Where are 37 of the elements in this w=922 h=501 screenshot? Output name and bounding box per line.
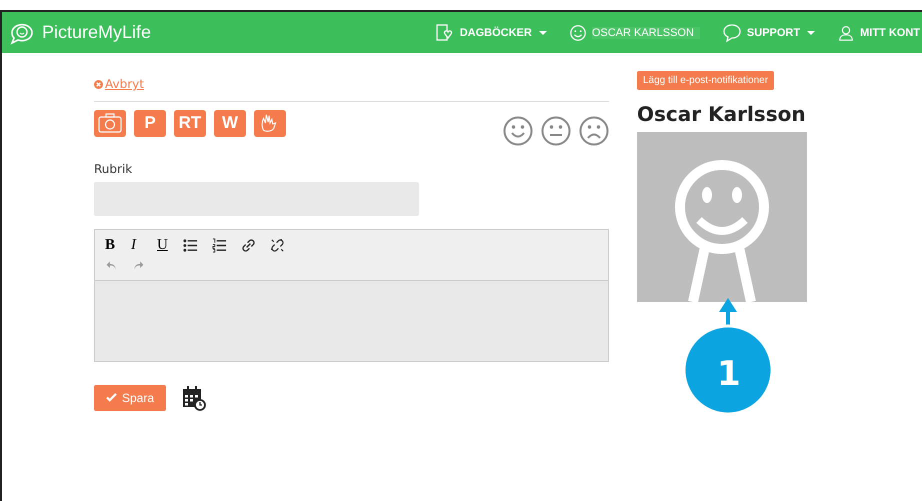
format-button[interactable]: B bbox=[105, 237, 117, 254]
camera-icon bbox=[98, 113, 122, 133]
user-icon bbox=[837, 24, 856, 42]
callout-number: 1 bbox=[717, 354, 739, 394]
nav-link[interactable]: SUPPORT bbox=[722, 22, 816, 42]
close-icon bbox=[94, 80, 103, 88]
tool-button[interactable]: RT bbox=[174, 110, 206, 136]
smiley-icon bbox=[568, 24, 587, 42]
link-icon[interactable] bbox=[241, 238, 256, 253]
bullet-list-icon[interactable] bbox=[183, 238, 198, 253]
tool-button[interactable]: W bbox=[214, 110, 246, 136]
avatar-placeholder-icon bbox=[637, 132, 807, 302]
calendar-clock-icon[interactable] bbox=[182, 384, 206, 410]
tool-button[interactable]: P bbox=[134, 110, 166, 136]
cancel-link[interactable]: Avbryt bbox=[94, 77, 144, 91]
speech-bubble-icon bbox=[722, 22, 742, 42]
nav-link[interactable]: MITT KONT bbox=[837, 24, 920, 42]
diary-icon bbox=[434, 22, 455, 42]
neutral-face-icon[interactable] bbox=[541, 116, 571, 146]
field-label: Rubrik bbox=[94, 162, 134, 176]
unlink-icon[interactable] bbox=[270, 238, 285, 253]
notification-button[interactable]: Lägg till e-post-notifikationer bbox=[637, 71, 774, 90]
happy-face-icon[interactable] bbox=[503, 116, 533, 146]
caret-icon bbox=[807, 30, 816, 34]
caret-icon bbox=[538, 30, 547, 34]
check-icon bbox=[106, 393, 117, 402]
save-button[interactable]: Spara bbox=[94, 384, 166, 410]
brand-name[interactable]: PictureMyLife bbox=[42, 22, 152, 43]
numbered-list-icon[interactable] bbox=[212, 238, 227, 253]
undo-icon[interactable] bbox=[105, 259, 118, 272]
format-button[interactable]: U bbox=[157, 237, 169, 254]
tool-button[interactable] bbox=[94, 110, 126, 136]
nav-link[interactable]: DAGBÖCKER bbox=[434, 22, 547, 42]
sad-face-icon[interactable] bbox=[579, 116, 609, 146]
person-name: Oscar Karlsson bbox=[637, 102, 807, 126]
tool-button[interactable] bbox=[254, 110, 286, 136]
format-button[interactable]: I bbox=[131, 237, 143, 254]
